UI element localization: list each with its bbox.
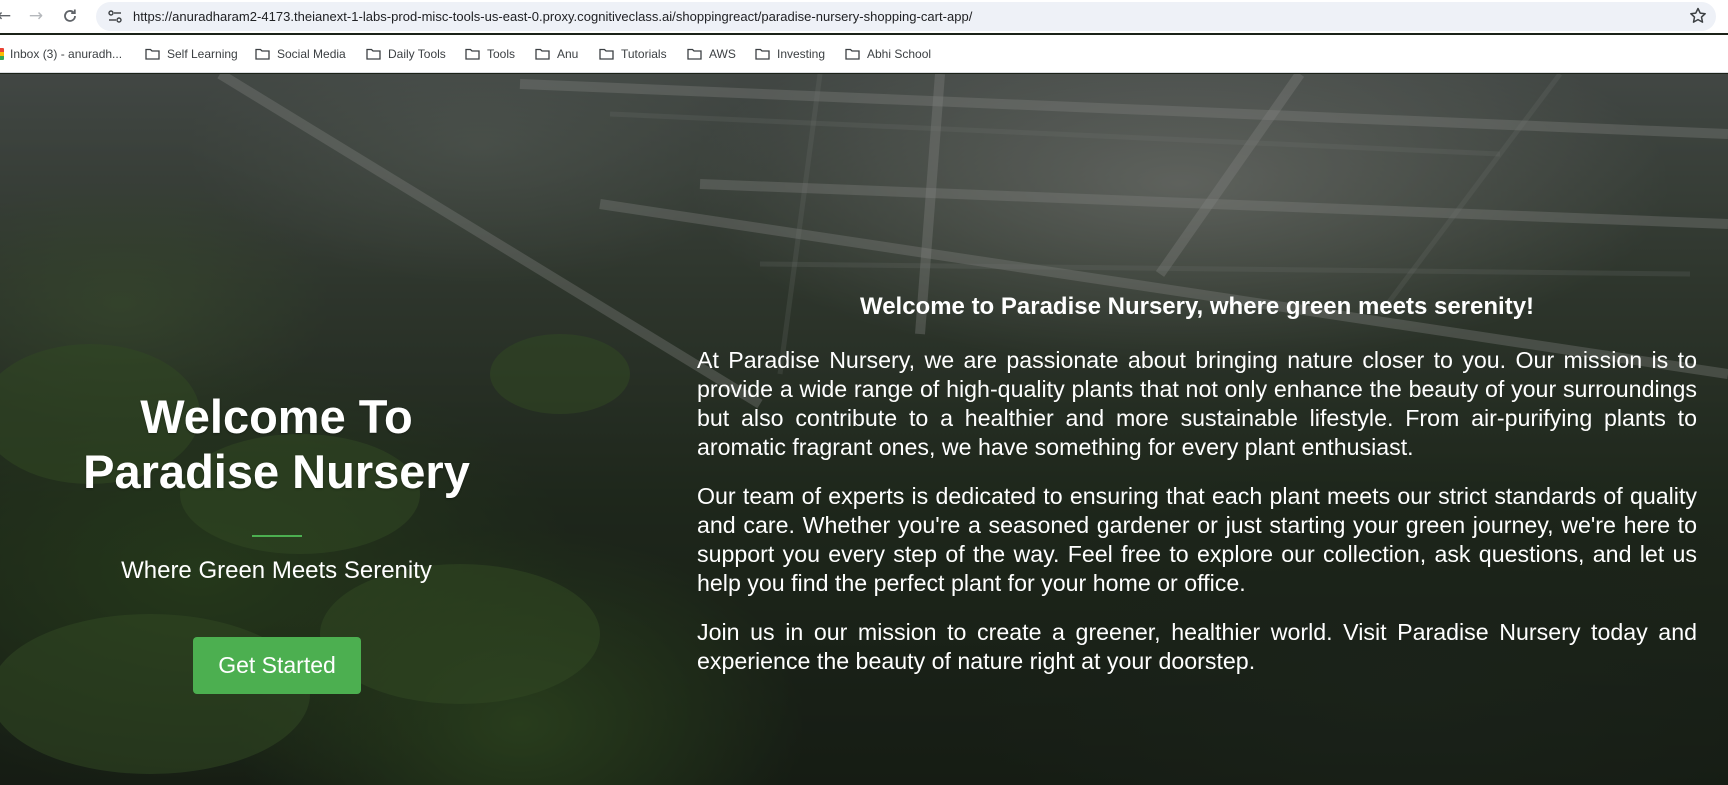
hero-left-column: Welcome To Paradise Nursery Where Green … <box>0 74 553 785</box>
address-bar[interactable]: https://anuradharam2-4173.theianext-1-la… <box>96 2 1716 31</box>
folder-icon <box>255 48 270 60</box>
folder-icon <box>755 48 770 60</box>
bookmark-label: Abhi School <box>867 47 932 61</box>
url-text[interactable]: https://anuradharam2-4173.theianext-1-la… <box>133 9 972 24</box>
bookmark-anu[interactable]: Anu <box>535 45 578 63</box>
bookmark-label: Tools <box>487 47 516 61</box>
bookmark-inbox[interactable]: Inbox (3) - anuradh... <box>0 45 122 63</box>
hero-title-line-1: Welcome To <box>140 390 413 443</box>
hero-tagline: Where Green Meets Serenity <box>121 557 432 584</box>
bookmark-social-media[interactable]: Social Media <box>255 45 346 63</box>
folder-icon <box>465 48 480 60</box>
back-arrow-icon[interactable]: ← <box>0 4 16 28</box>
bookmark-star-icon[interactable] <box>1688 6 1708 26</box>
bookmark-label: Tutorials <box>621 47 667 61</box>
bookmark-investing[interactable]: Investing <box>755 45 825 63</box>
bookmark-label: Self Learning <box>167 47 238 61</box>
bookmarks-bar: Inbox (3) - anuradh... Self Learning Soc… <box>0 35 1728 73</box>
folder-icon <box>845 48 860 60</box>
get-started-button[interactable]: Get Started <box>193 637 361 694</box>
bookmark-label: Social Media <box>277 47 346 61</box>
bookmark-aws[interactable]: AWS <box>687 45 736 63</box>
folder-icon <box>599 48 614 60</box>
hero-title-line-2: Paradise Nursery <box>83 445 470 498</box>
forward-arrow-icon[interactable]: → <box>24 4 48 28</box>
title-divider <box>252 535 302 537</box>
folder-icon <box>145 48 160 60</box>
bookmark-label: AWS <box>709 47 736 61</box>
site-info-icon[interactable] <box>106 8 124 26</box>
landing-page: Welcome To Paradise Nursery Where Green … <box>0 74 1728 785</box>
folder-icon <box>535 48 550 60</box>
folder-icon <box>366 48 381 60</box>
about-paragraph: Our team of experts is dedicated to ensu… <box>697 483 1697 596</box>
bookmark-self-learning[interactable]: Self Learning <box>145 45 238 63</box>
about-paragraph: Join us in our mission to create a green… <box>697 619 1697 674</box>
bookmark-label: Investing <box>777 47 826 61</box>
reload-icon[interactable] <box>58 4 82 28</box>
about-us-section: Welcome to Paradise Nursery, where green… <box>697 292 1697 696</box>
bookmark-daily-tools[interactable]: Daily Tools <box>366 45 446 63</box>
about-heading: Welcome to Paradise Nursery, where green… <box>859 293 1535 320</box>
bookmark-label: Inbox (3) - anuradh... <box>10 47 123 61</box>
gmail-icon <box>0 48 4 60</box>
bookmark-tools[interactable]: Tools <box>465 45 515 63</box>
bookmark-label: Anu <box>557 47 579 61</box>
hero-title: Welcome To Paradise Nursery <box>0 389 553 499</box>
bookmark-tutorials[interactable]: Tutorials <box>599 45 667 63</box>
browser-toolbar: ← → https://anuradharam2-4173.theianext-… <box>0 0 1728 33</box>
bookmark-abhi-school[interactable]: Abhi School <box>845 45 931 63</box>
bookmark-label: Daily Tools <box>388 47 446 61</box>
about-paragraph: At Paradise Nursery, we are passionate a… <box>697 347 1697 460</box>
folder-icon <box>687 48 702 60</box>
